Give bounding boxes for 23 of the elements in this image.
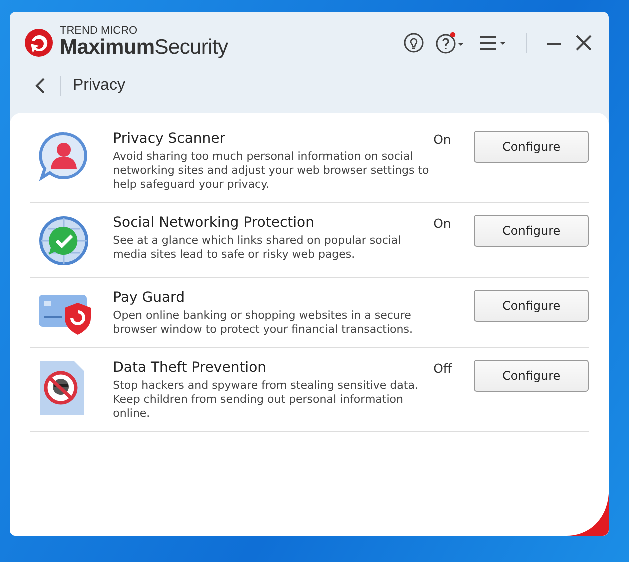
product-name: MaximumSecurity xyxy=(60,37,228,60)
page-title: Privacy xyxy=(73,77,126,95)
no-thief-document-icon xyxy=(38,360,86,416)
configure-button[interactable]: Configure xyxy=(474,360,589,392)
feature-status: On xyxy=(434,132,452,147)
person-bubble-icon xyxy=(38,131,90,183)
logo-icon xyxy=(24,28,54,58)
configure-button[interactable]: Configure xyxy=(474,290,589,322)
configure-button[interactable]: Configure xyxy=(474,215,589,247)
brand-text: TREND MICRO xyxy=(60,26,139,38)
feature-title: Social Networking Protection xyxy=(113,215,316,231)
feature-status: On xyxy=(434,216,452,231)
feature-title: Data Theft Prevention xyxy=(113,360,268,376)
feature-title: Pay Guard xyxy=(113,290,186,306)
feature-title: Privacy Scanner xyxy=(113,131,227,147)
lightbulb-icon[interactable] xyxy=(402,31,426,55)
feature-description: Stop hackers and spyware from stealing sensitive data. Keep children from sending out personal information online. xyxy=(113,379,420,421)
globe-check-icon xyxy=(38,215,90,267)
configure-button[interactable]: Configure xyxy=(474,131,589,163)
feature-status: Off xyxy=(434,361,452,376)
feature-description: See at a glance which links shared on popular social media sites lead to safe or risky web pages. xyxy=(113,234,402,262)
feature-description: Avoid sharing too much personal information on social networking sites and adjust your web browser settings to help safeguard your privacy. xyxy=(113,150,430,192)
feature-description: Open online banking or shopping websites in a secure browser window to protect your financial transactions. xyxy=(113,309,414,337)
